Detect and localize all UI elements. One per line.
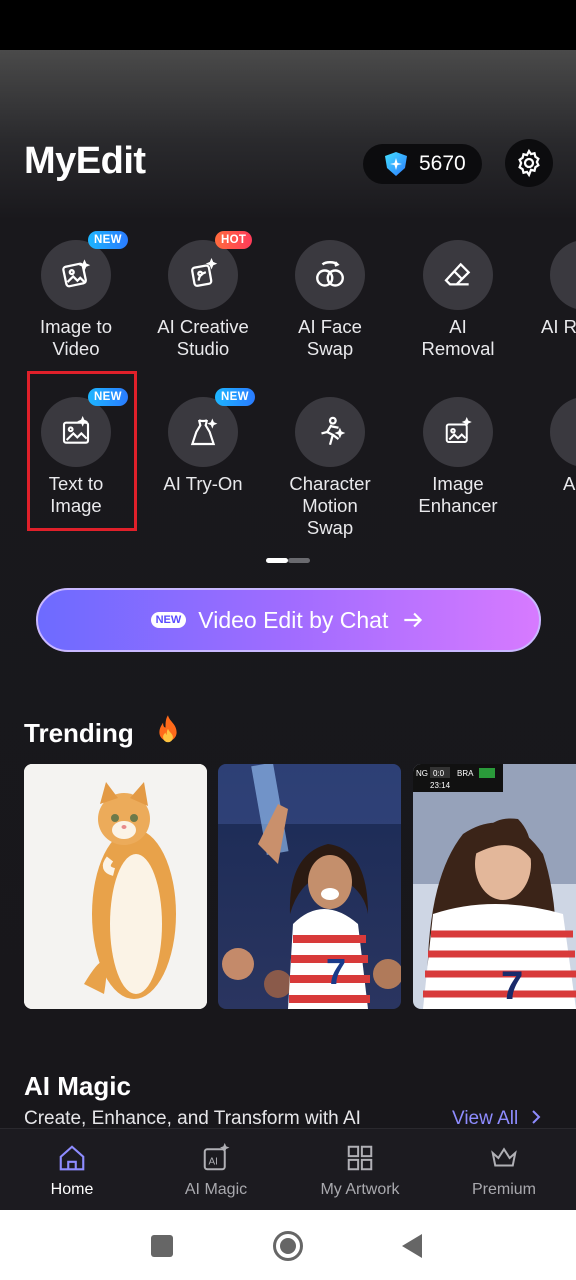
creative-studio-icon [191, 258, 218, 287]
back-icon[interactable] [400, 1233, 424, 1259]
ai-magic-icon: AI [203, 1143, 230, 1171]
tool-label: AI Removal [421, 316, 495, 359]
tool-ai-face-swap[interactable]: AI Face Swap [266, 240, 394, 360]
tool-image-to-video[interactable]: NEW Image to Video [12, 231, 140, 360]
selection-highlight [27, 371, 137, 531]
new-badge: NEW [215, 388, 255, 406]
cat-image [24, 764, 207, 1009]
grid-icon [347, 1145, 373, 1171]
dress-icon [190, 418, 218, 446]
tab-label: AI Magic [184, 1181, 248, 1198]
app-screen: MyEdit 5670 NEW Image to Video HOT AI Cr… [0, 50, 576, 1210]
tool-partial[interactable]: A [520, 397, 576, 495]
tab-my-artwork[interactable]: My Artwork [288, 1143, 432, 1199]
tab-label: Premium [471, 1181, 536, 1198]
header: MyEdit 5670 [0, 50, 576, 220]
crown-icon [491, 1147, 517, 1167]
tool-ai-creative-studio[interactable]: HOT AI Creative Studio [139, 231, 267, 360]
gear-icon [518, 148, 540, 178]
credits-count: 5670 [419, 152, 466, 175]
tab-label: Home [50, 1181, 94, 1198]
tab-home[interactable]: Home [0, 1143, 144, 1199]
status-bar [0, 0, 576, 50]
tool-label: AI Creative Studio [157, 316, 249, 359]
credits-button[interactable]: 5670 [363, 144, 482, 184]
page-dot [288, 558, 310, 563]
tool-label: AI R [541, 316, 576, 337]
new-badge: NEW [88, 231, 128, 249]
new-badge: NEW [150, 612, 187, 628]
app-title: MyEdit [24, 140, 146, 182]
fire-icon [159, 715, 177, 743]
tool-label: Image to Video [40, 316, 112, 359]
tab-premium[interactable]: Premium [432, 1143, 576, 1199]
trending-card-cat[interactable] [24, 764, 207, 1009]
view-all-link[interactable]: View All [452, 1108, 543, 1130]
page-indicator [266, 558, 310, 563]
chevron-right-icon [532, 1110, 541, 1124]
arrow-right-icon [404, 612, 423, 628]
home-icon [59, 1145, 85, 1171]
girl-image: NG 0:0 BRA 23:14 7 [413, 764, 576, 1009]
recents-button[interactable] [151, 1235, 173, 1257]
scoreboard-score: 0:0 [433, 769, 445, 778]
ai-magic-subtitle: Create, Enhance, and Transform with AI [24, 1108, 361, 1129]
tool-image-enhancer[interactable]: Image Enhancer [394, 397, 522, 517]
system-nav-bar [0, 1210, 576, 1280]
jersey-number: 7 [326, 951, 346, 992]
fan-image: 7 [218, 764, 401, 1009]
tool-ai-try-on[interactable]: NEW AI Try-On [139, 388, 267, 495]
image-to-video-icon [62, 259, 91, 288]
tool-label: A [563, 473, 576, 494]
eraser-icon [444, 262, 471, 286]
tool-label: AI Face Swap [298, 316, 362, 359]
tool-character-motion-swap[interactable]: Character Motion Swap [266, 397, 394, 539]
chat-button-label: Video Edit by Chat [198, 606, 389, 633]
svg-text:AI: AI [209, 1156, 218, 1167]
tool-label: Image Enhancer [418, 473, 498, 516]
settings-button[interactable] [505, 139, 553, 187]
scoreboard-left: NG [416, 769, 428, 778]
jersey-number-2: 7 [501, 964, 523, 1008]
video-edit-by-chat-button[interactable]: NEW Video Edit by Chat [36, 588, 541, 652]
ai-magic-title: AI Magic [24, 1071, 131, 1101]
scoreboard-right: BRA [457, 769, 474, 778]
image-enhancer-icon [445, 417, 472, 443]
page-dot-active [266, 558, 288, 563]
credit-gem-icon [385, 152, 407, 176]
motion-icon [321, 416, 346, 446]
home-nav-button[interactable] [273, 1231, 303, 1261]
tool-ai-removal[interactable]: AI Removal [394, 240, 522, 360]
tool-label: AI Try-On [163, 473, 243, 494]
trending-title: Trending [24, 714, 183, 749]
trending-card-girl[interactable]: NG 0:0 BRA 23:14 7 [413, 764, 576, 1009]
tool-label: Character Motion Swap [289, 473, 371, 538]
face-swap-icon [316, 261, 344, 287]
scoreboard-time: 23:14 [430, 781, 451, 790]
bottom-tab-bar: Home AI AI Magic My Artwork Premium [0, 1128, 576, 1210]
tool-partial[interactable]: AI R [520, 240, 576, 338]
tab-label: My Artwork [320, 1181, 400, 1198]
trending-card-fan[interactable]: 7 [218, 764, 401, 1009]
hot-badge: HOT [215, 231, 253, 249]
tab-ai-magic[interactable]: AI AI Magic [144, 1143, 288, 1199]
